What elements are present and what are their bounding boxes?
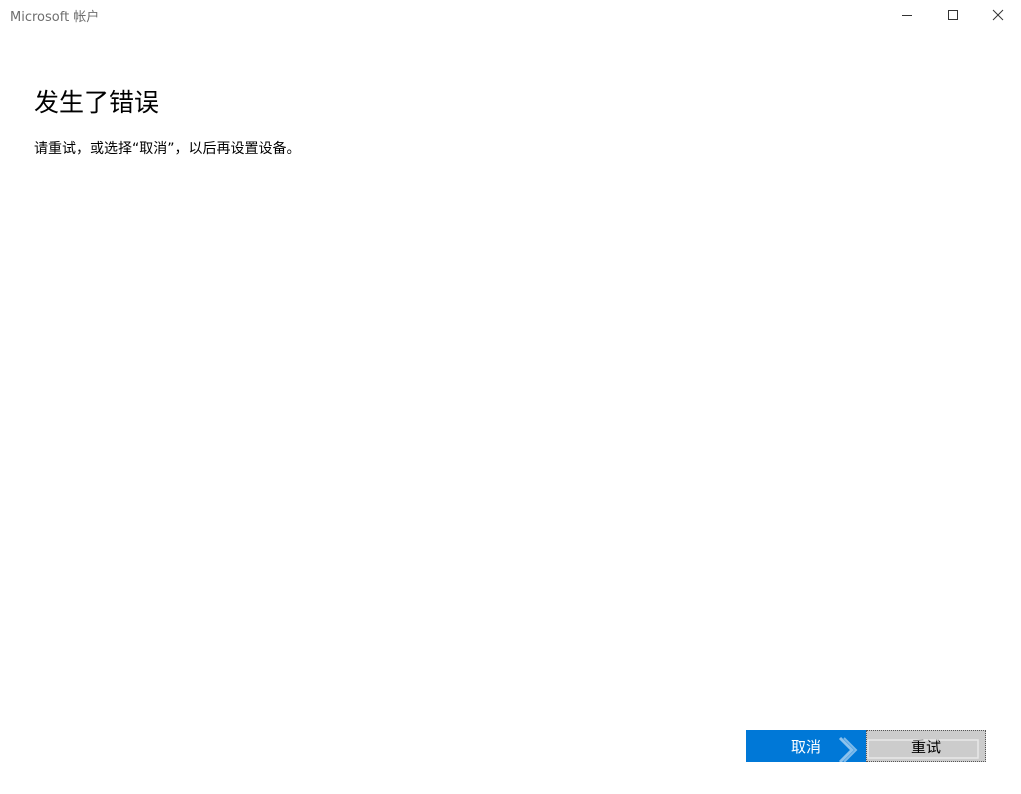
window-title: Microsoft 帐户 bbox=[10, 10, 100, 25]
maximize-button[interactable] bbox=[930, 0, 976, 30]
title-bar[interactable]: Microsoft 帐户 bbox=[0, 0, 1021, 30]
error-heading: 发生了错误 bbox=[34, 88, 160, 117]
retry-button[interactable]: 重试 bbox=[866, 730, 986, 762]
close-button[interactable] bbox=[975, 0, 1021, 30]
minimize-button[interactable] bbox=[884, 0, 930, 30]
minimize-icon bbox=[902, 15, 912, 16]
maximize-icon bbox=[948, 10, 958, 20]
error-message: 请重试，或选择“取消”，以后再设置设备。 bbox=[34, 141, 301, 157]
close-icon bbox=[992, 9, 1004, 21]
cancel-button[interactable]: 取消 bbox=[746, 730, 866, 762]
account-window: Microsoft 帐户 发生了错误 请重试，或选择“取消”，以后再设置设备。 … bbox=[0, 0, 1021, 794]
